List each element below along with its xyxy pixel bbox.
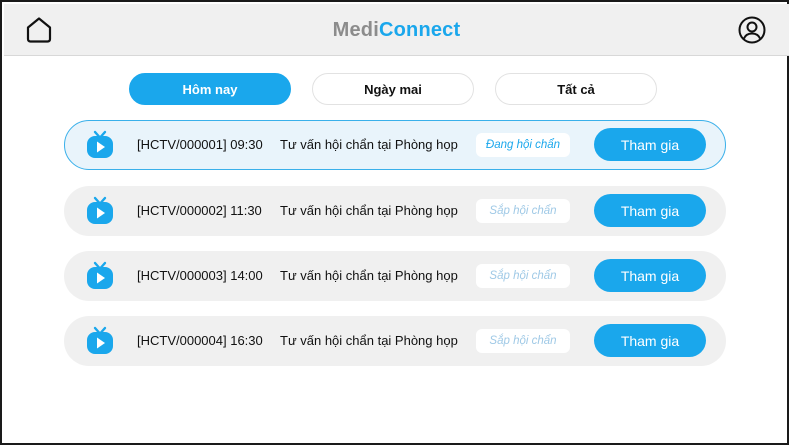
- join-button[interactable]: Tham gia: [594, 324, 706, 357]
- session-row[interactable]: [HCTV/000002] 11:30 Tư vấn hội chẩn tại …: [64, 186, 726, 236]
- logo-text-connect: Connect: [378, 19, 461, 41]
- profile-button[interactable]: [737, 15, 767, 45]
- session-row[interactable]: [HCTV/000003] 14:00 Tư vấn hội chẩn tại …: [64, 251, 726, 301]
- session-row[interactable]: [HCTV/000001] 09:30 Tư vấn hội chẩn tại …: [64, 120, 726, 170]
- tv-icon: [87, 196, 113, 224]
- app-logo: MediConnect: [4, 19, 789, 42]
- app-header: MediConnect: [4, 4, 789, 56]
- user-circle-icon: [738, 16, 766, 44]
- session-row[interactable]: [HCTV/000004] 16:30 Tư vấn hội chẩn tại …: [64, 316, 726, 366]
- session-title: Tư vấn hội chẩn tại Phòng họp: [280, 333, 458, 348]
- tab-tomorrow[interactable]: Ngày mai: [312, 73, 474, 105]
- status-badge: Sắp hội chẩn: [476, 329, 570, 353]
- session-code: [HCTV/000004] 16:30: [137, 333, 263, 348]
- status-badge: Sắp hội chẩn: [476, 199, 570, 223]
- tv-icon: [87, 261, 113, 289]
- join-button[interactable]: Tham gia: [594, 194, 706, 227]
- session-title: Tư vấn hội chẩn tại Phòng họp: [280, 268, 458, 283]
- status-badge: Sắp hội chẩn: [476, 264, 570, 288]
- tv-icon: [87, 326, 113, 354]
- tab-today[interactable]: Hôm nay: [129, 73, 291, 105]
- session-title: Tư vấn hội chẩn tại Phòng họp: [280, 203, 458, 218]
- tv-icon: [87, 130, 113, 158]
- app-window: MediConnect Hôm nay Ngày mai Tất cả [HCT…: [0, 0, 789, 445]
- status-badge: Đang hội chẩn: [476, 133, 570, 157]
- join-button[interactable]: Tham gia: [594, 259, 706, 292]
- join-button[interactable]: Tham gia: [594, 128, 706, 161]
- logo-text-medi: Medi: [332, 19, 379, 41]
- tab-all[interactable]: Tất cả: [495, 73, 657, 105]
- session-code: [HCTV/000002] 11:30: [137, 203, 262, 218]
- session-code: [HCTV/000003] 14:00: [137, 268, 263, 283]
- session-title: Tư vấn hội chẩn tại Phòng họp: [280, 137, 458, 152]
- session-code: [HCTV/000001] 09:30: [137, 137, 263, 152]
